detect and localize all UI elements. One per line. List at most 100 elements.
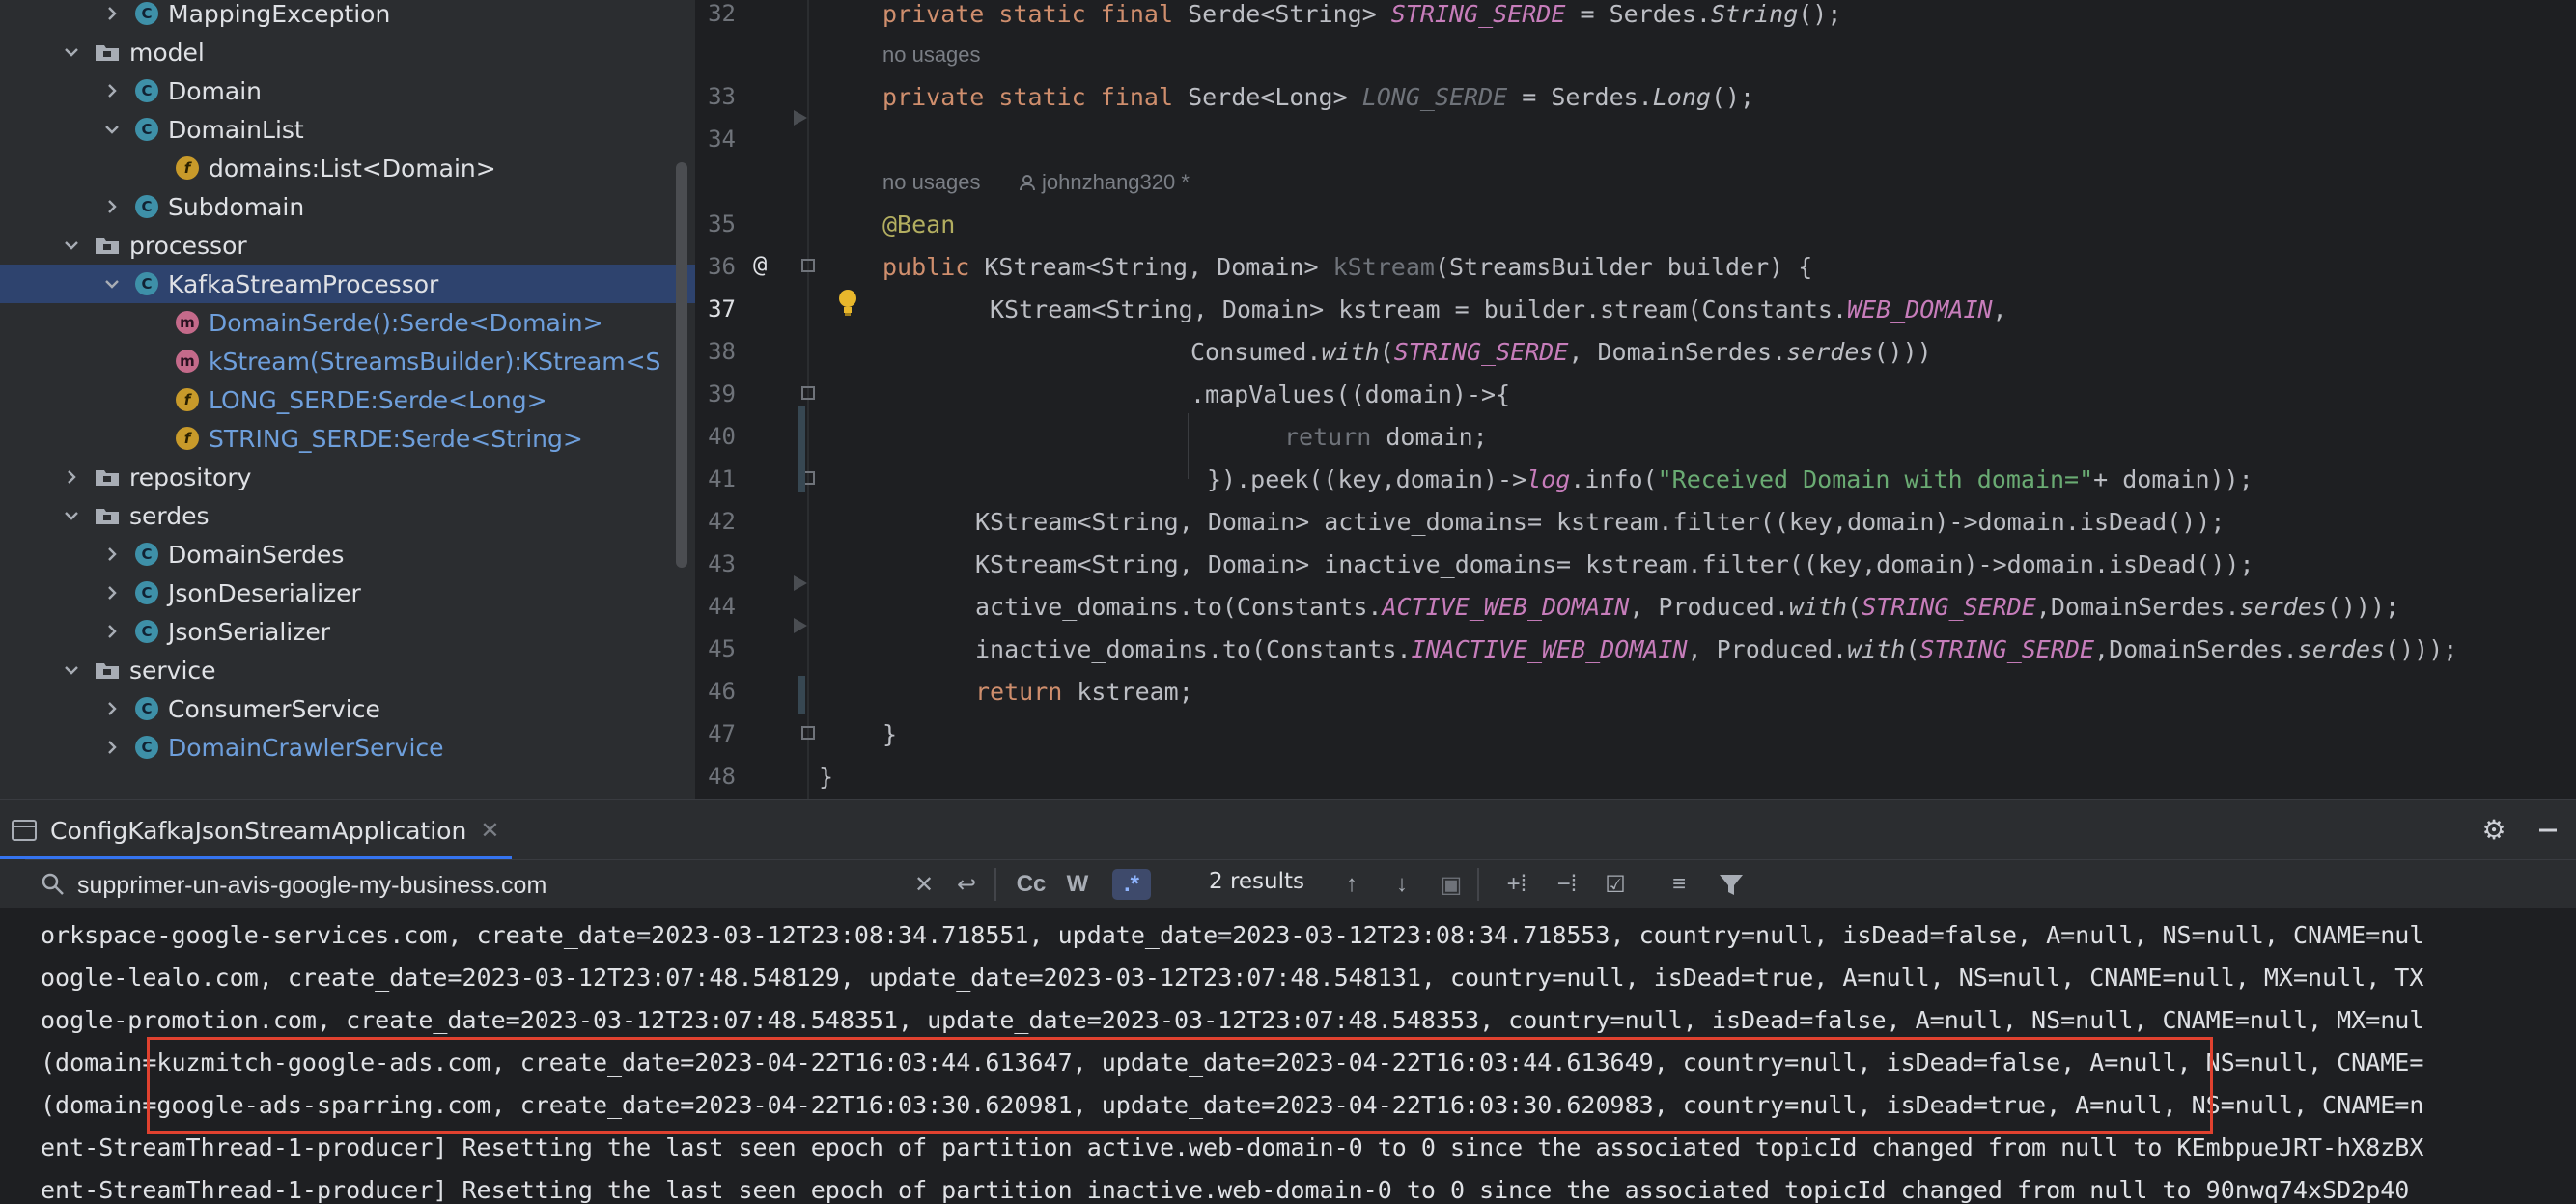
- clear-search-icon[interactable]: ✕: [911, 869, 937, 900]
- tree-scrollbar[interactable]: [676, 162, 687, 568]
- tree-item-model[interactable]: model: [0, 33, 695, 71]
- console-search-input[interactable]: [75, 868, 910, 903]
- console-line[interactable]: oogle-lealo.com, create_date=2023-03-12T…: [41, 964, 2423, 992]
- fold-marker-icon[interactable]: [801, 386, 815, 400]
- vcs-change-marker[interactable]: [798, 406, 805, 492]
- select-all-icon[interactable]: ☑: [1599, 869, 1632, 900]
- code-line[interactable]: }: [882, 720, 897, 748]
- code-line[interactable]: return kstream;: [975, 678, 1193, 706]
- chevron-right-icon[interactable]: [102, 583, 122, 602]
- select-all-occurrences-icon[interactable]: ▣: [1437, 869, 1466, 900]
- tree-item-serdes[interactable]: serdes: [0, 496, 695, 535]
- method-icon: m: [176, 350, 199, 373]
- regex-toggle[interactable]: .*: [1112, 869, 1151, 900]
- tree-item-domainserde[interactable]: m DomainSerde():Serde<Domain>: [0, 303, 695, 342]
- folder-icon: [95, 660, 129, 680]
- line-number: 43: [708, 550, 736, 577]
- tree-item-label: MappingException: [168, 0, 391, 28]
- tree-item-kstream[interactable]: m kStream(StreamsBuilder):KStream<S: [0, 342, 695, 380]
- code-line[interactable]: KStream<String, Domain> inactive_domains…: [975, 550, 2254, 578]
- class-icon: C: [135, 2, 158, 25]
- tree-item-mappingexception[interactable]: C MappingException: [0, 0, 695, 33]
- line-number: 39: [708, 380, 736, 407]
- tree-item-domainlist[interactable]: C DomainList: [0, 110, 695, 149]
- chevron-right-icon[interactable]: [102, 622, 122, 641]
- filter-icon[interactable]: [1717, 869, 1746, 900]
- close-tab-icon[interactable]: ✕: [480, 817, 499, 844]
- add-selection-icon[interactable]: +⁞: [1500, 869, 1533, 900]
- console-line[interactable]: ent-StreamThread-1-producer] Resetting t…: [41, 1134, 2423, 1162]
- console-line[interactable]: ent-StreamThread-1-producer] Resetting t…: [41, 1176, 2409, 1204]
- toolbar-separator: [1477, 868, 1479, 901]
- tree-item-string_serde[interactable]: f STRING_SERDE:Serde<String>: [0, 419, 695, 458]
- next-occurrence-icon[interactable]: ↓: [1386, 869, 1417, 900]
- code-line[interactable]: public KStream<String, Domain> kStream(S…: [882, 253, 1812, 281]
- tree-item-long_serde[interactable]: f LONG_SERDE:Serde<Long>: [0, 380, 695, 419]
- fold-arrow-icon[interactable]: [794, 575, 807, 591]
- chevron-down-icon[interactable]: [102, 274, 122, 294]
- code-line[interactable]: private static final Serde<String> STRIN…: [882, 0, 1841, 28]
- chevron-right-icon[interactable]: [102, 738, 122, 757]
- tree-item-subdomain[interactable]: C Subdomain: [0, 187, 695, 226]
- chevron-down-icon[interactable]: [62, 506, 81, 525]
- code-line[interactable]: KStream<String, Domain> kstream = builde…: [990, 295, 2007, 323]
- tree-item-domains[interactable]: f domains:List<Domain>: [0, 149, 695, 187]
- console-line[interactable]: oogle-promotion.com, create_date=2023-03…: [41, 1006, 2423, 1034]
- chevron-down-icon[interactable]: [62, 236, 81, 255]
- code-line[interactable]: inactive_domains.to(Constants.INACTIVE_W…: [975, 635, 2457, 663]
- chevron-down-icon[interactable]: [62, 660, 81, 680]
- code-line[interactable]: }: [819, 763, 833, 791]
- minimize-icon[interactable]: [2534, 816, 2562, 845]
- code-line[interactable]: }).peek((key,domain)->log.info("Received…: [1207, 465, 2254, 493]
- gear-icon[interactable]: ⚙: [2479, 816, 2508, 845]
- code-line[interactable]: Consumed.with(STRING_SERDE, DomainSerdes…: [1190, 338, 1932, 366]
- code-line[interactable]: active_domains.to(Constants.ACTIVE_WEB_D…: [975, 593, 2399, 621]
- whole-words-toggle[interactable]: W: [1064, 869, 1091, 900]
- chevron-right-icon[interactable]: [102, 699, 122, 718]
- tree-item-label: ConsumerService: [168, 694, 380, 723]
- chevron-right-icon[interactable]: [102, 197, 122, 216]
- previous-occurrence-icon[interactable]: ↑: [1336, 869, 1367, 900]
- tree-item-domaincrawlerservice[interactable]: C DomainCrawlerService: [0, 728, 695, 767]
- tree-item-label: Domain: [168, 76, 263, 105]
- history-icon[interactable]: ↩: [951, 869, 982, 900]
- usages-hint[interactable]: no usages: [882, 170, 981, 195]
- chevron-right-icon[interactable]: [102, 545, 122, 564]
- code-line[interactable]: KStream<String, Domain> active_domains= …: [975, 508, 2225, 536]
- fold-marker-icon[interactable]: [801, 259, 815, 272]
- code-line[interactable]: private static final Serde<Long> LONG_SE…: [882, 83, 1754, 111]
- filter-mode-icon[interactable]: ≡: [1663, 869, 1695, 900]
- chevron-down-icon[interactable]: [62, 42, 81, 62]
- tree-item-repository[interactable]: repository: [0, 458, 695, 496]
- tree-item-kafkastreamprocessor[interactable]: C KafkaStreamProcessor: [0, 265, 695, 303]
- chevron-right-icon[interactable]: [62, 467, 81, 487]
- line-number: 37: [708, 295, 736, 322]
- tree-item-processor[interactable]: processor: [0, 226, 695, 265]
- vcs-change-marker[interactable]: [798, 676, 805, 714]
- console-line[interactable]: orkspace-google-services.com, create_dat…: [41, 921, 2423, 949]
- remove-selection-icon[interactable]: −⁞: [1551, 869, 1583, 900]
- override-at-icon[interactable]: @: [753, 251, 767, 278]
- fold-arrow-icon[interactable]: [794, 618, 807, 633]
- lightbulb-icon[interactable]: [836, 288, 859, 317]
- usages-hint[interactable]: no usages: [882, 42, 981, 68]
- code-line[interactable]: @Bean: [882, 210, 955, 238]
- code-line[interactable]: .mapValues((domain)->{: [1190, 380, 1510, 408]
- tree-item-domainserdes[interactable]: C DomainSerdes: [0, 535, 695, 574]
- fold-arrow-icon[interactable]: [794, 110, 807, 126]
- fold-marker-icon[interactable]: [801, 726, 815, 740]
- author-hint[interactable]: johnzhang320 *: [1019, 170, 1190, 195]
- tree-item-label: STRING_SERDE:Serde<String>: [209, 424, 583, 453]
- line-number: 45: [708, 635, 736, 662]
- chevron-down-icon[interactable]: [102, 120, 122, 139]
- code-line[interactable]: return domain;: [1284, 423, 1488, 451]
- tree-item-jsonserializer[interactable]: C JsonSerializer: [0, 612, 695, 651]
- run-tab[interactable]: ConfigKafkaJsonStreamApplication ✕: [0, 800, 499, 860]
- chevron-right-icon[interactable]: [102, 4, 122, 23]
- tree-item-domain[interactable]: C Domain: [0, 71, 695, 110]
- match-case-toggle[interactable]: Cc: [1014, 869, 1049, 900]
- tree-item-service[interactable]: service: [0, 651, 695, 689]
- chevron-right-icon[interactable]: [102, 81, 122, 100]
- tree-item-jsondeserializer[interactable]: C JsonDeserializer: [0, 574, 695, 612]
- tree-item-consumerservice[interactable]: C ConsumerService: [0, 689, 695, 728]
